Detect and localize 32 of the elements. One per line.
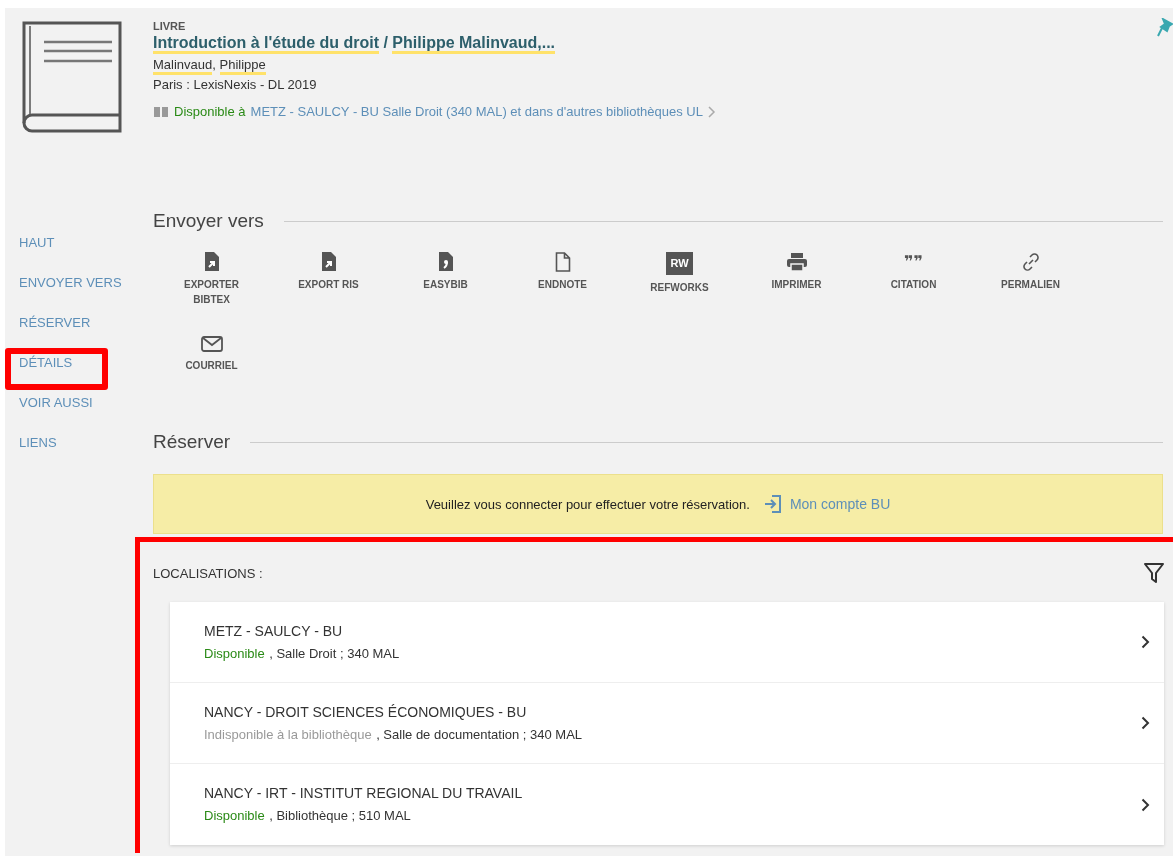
send-to-button[interactable]: COURRIEL [153,335,270,373]
location-status: Disponible [204,645,265,661]
send-to-button[interactable]: EXPORT RIS [270,252,387,307]
location-status: Indisponible à la bibliothèque [204,726,372,742]
record-title[interactable]: Introduction à l'étude du droit / Philippe Malinvaud,... [153,34,1163,52]
location-card[interactable]: NANCY - DROIT SCIENCES ÉCONOMIQUES - BU Indisponible à la bibliothèque , Salle de documentation ; 340 MAL [170,683,1164,764]
location-details: , Bibliothèque ; 510 MAL [269,808,411,823]
send-to-button[interactable]: PERMALIEN [972,252,1089,307]
refworks-badge: RW [666,252,693,275]
locations-heading: LOCALISATIONS : [153,565,263,581]
location-card[interactable]: NANCY - IRT - INSTITUT REGIONAL DU TRAVAIL Disponible , Bibliothèque ; 510 MAL [170,764,1164,845]
send-to-button[interactable]: EASYBIB [387,252,504,307]
location-details: , Salle Droit ; 340 MAL [269,645,400,661]
section-heading: Réserver [153,431,231,453]
send-to-button[interactable]: ❞❞ CITATION [855,252,972,307]
section-heading: Envoyer vers [153,210,264,232]
send-to-button[interactable]: EXPORTER BIBTEX [153,252,270,307]
availability-status: Disponible à [174,104,246,119]
login-message: Veuillez vous connecter pour effectuer votre réservation. [425,496,750,512]
location-name: NANCY - DROIT SCIENCES ÉCONOMIQUES - BU [204,703,528,720]
location-name: METZ - SAULCY - BU [204,622,344,639]
send-to-button[interactable]: IMPRIMER [738,252,855,307]
quote-glyph: ❞❞ [904,252,923,272]
location-status: Disponible [204,808,265,823]
record-type: LIVRE [153,20,187,32]
publication-info: Paris : LexisNexis - DL 2019 [153,77,318,92]
send-to-button[interactable]: RW REFWORKS [621,252,738,307]
send-to-button[interactable]: ENDNOTE [504,252,621,307]
record-author[interactable]: Malinvaud, Philippe [153,57,1163,72]
location-name: NANCY - IRT - INSTITUT REGIONAL DU TRAVAIL [204,785,523,801]
location-details: , Salle de documentation ; 340 MAL [376,726,583,742]
location-card[interactable]: METZ - SAULCY - BU Disponible , Salle Droit ; 340 MAL [170,602,1164,683]
